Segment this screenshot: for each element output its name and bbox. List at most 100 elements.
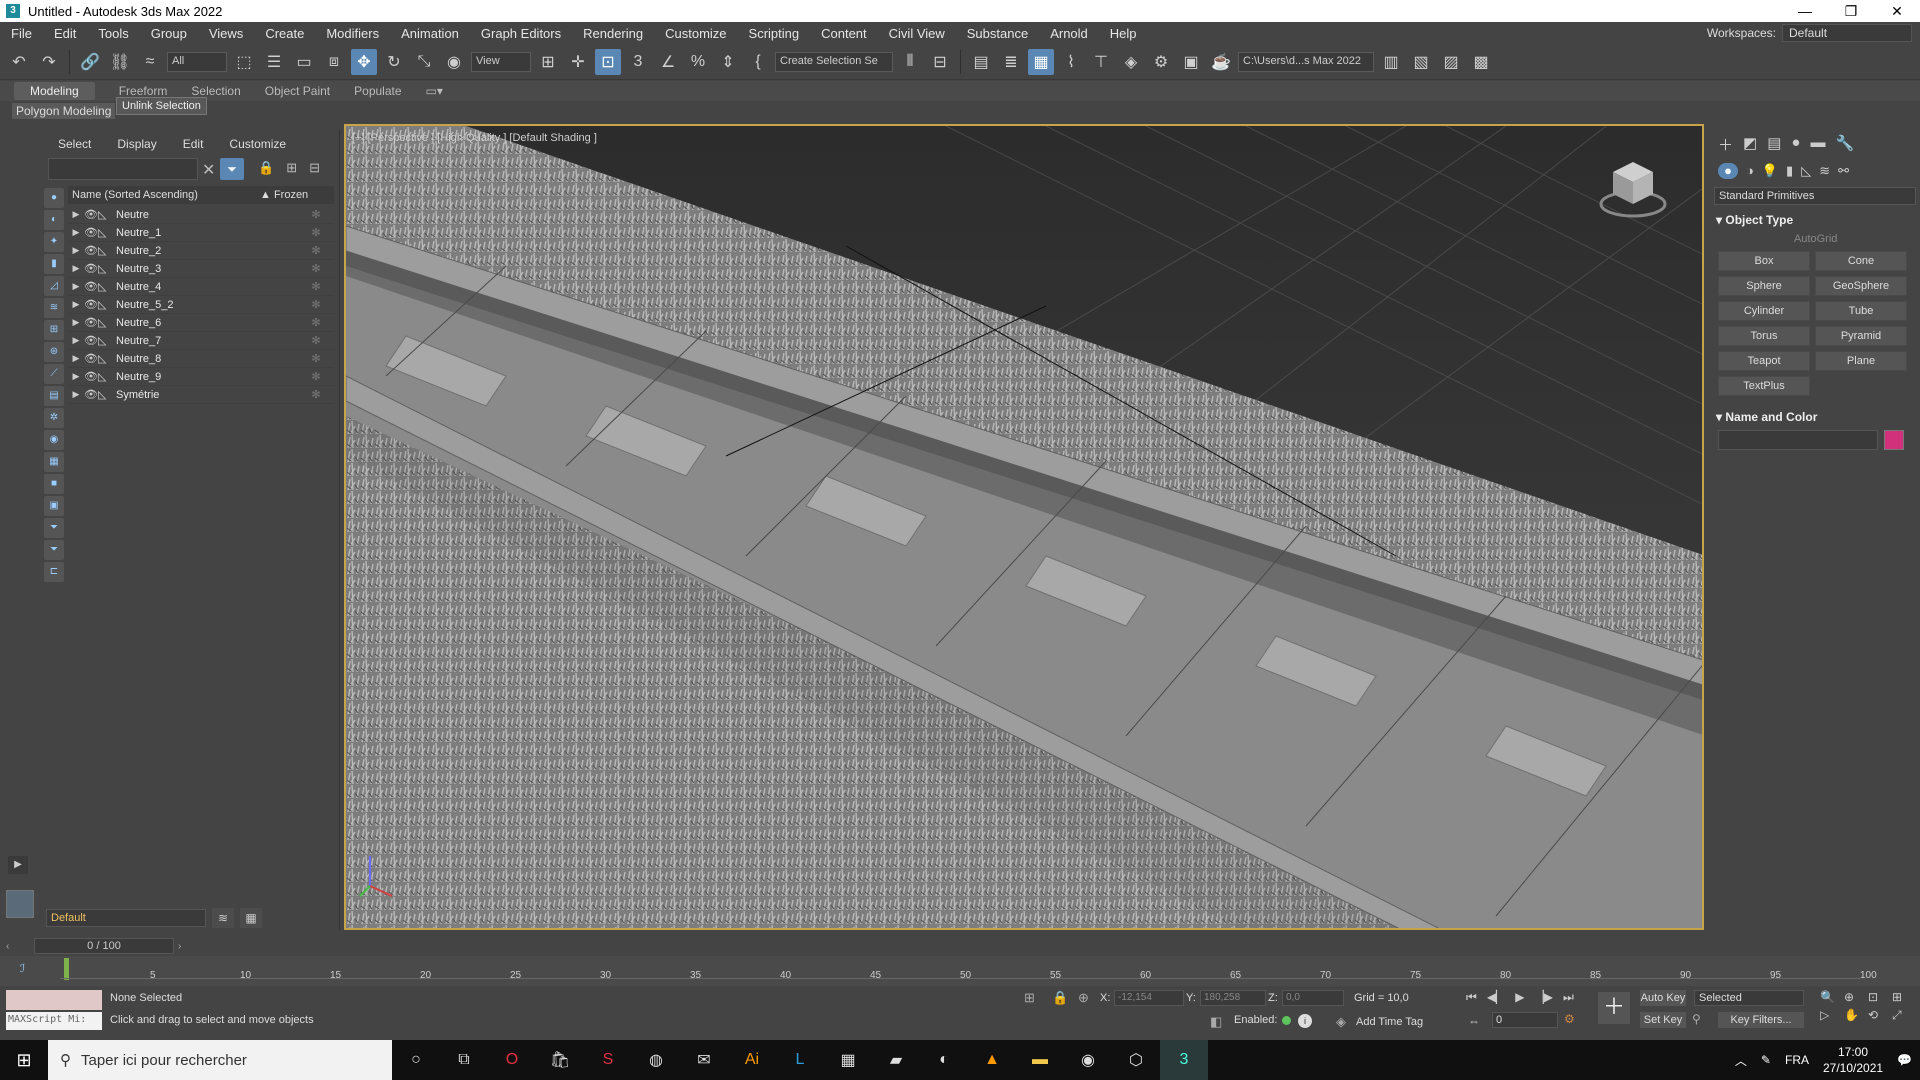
filter-spacewarps-icon[interactable]: ≋ [44,298,64,318]
layer-mode-icon[interactable]: ⊟ [309,160,320,176]
pan-icon[interactable]: ✋ [1844,1008,1866,1023]
systems-icon[interactable]: ⚯ [1838,163,1849,179]
info-icon[interactable]: i [1298,1014,1312,1028]
menu-content[interactable]: Content [810,26,878,41]
menu-customize[interactable]: Customize [654,26,737,41]
menu-modifiers[interactable]: Modifiers [315,26,390,41]
ribbon-tab-selection[interactable]: Selection [191,84,264,98]
eye-icon[interactable]: 👁 [84,226,98,239]
expand-arrow-icon[interactable]: ▶ [68,209,84,220]
cortana-icon[interactable]: ○ [392,1040,440,1080]
filter-bracket-icon[interactable]: ⊏ [44,562,64,582]
column-name[interactable]: Name (Sorted Ascending) [68,189,260,201]
snaps-icon[interactable]: 3 [625,49,651,75]
track-bar[interactable]: ℐ 5 10 15 20 25 30 35 40 45 50 55 60 65 70 75 80 85 90 95 1… [0,956,1920,986]
mini-curve-icon[interactable]: ℐ [20,962,36,976]
create-tab-icon[interactable]: ＋ [1718,134,1733,155]
zoom-extents-all-icon[interactable]: ⊞ [1892,990,1914,1004]
layer-explorer-icon[interactable]: ▦ [240,908,262,928]
select-object-icon[interactable]: ⬚ [231,49,257,75]
menu-group[interactable]: Group [140,26,198,41]
teapot-button[interactable]: Teapot [1718,351,1810,371]
filter-helpers-icon[interactable]: ◿ [44,276,64,296]
eye-icon[interactable]: 👁 [84,208,98,221]
list-item[interactable]: ▶ 👁 ◺ Neutre_6 ✻ [68,314,334,332]
menu-scripting[interactable]: Scripting [738,26,811,41]
project-path-dropdown[interactable]: C:\Users\d...s Max 2022 [1238,51,1374,72]
previous-frame-icon[interactable]: ◀▏ [1487,990,1505,1005]
schematic-view-icon[interactable]: ⊤ [1088,49,1114,75]
utilities-tab-icon[interactable]: 🔧 [1835,134,1854,155]
filter-frozen-icon[interactable]: ▦ [44,452,64,472]
freeze-icon[interactable]: ✻ [298,280,334,293]
object-name-field[interactable] [1718,430,1878,450]
expand-arrow-icon[interactable]: ▶ [68,353,84,364]
material-editor-icon[interactable]: ◈ [1118,49,1144,75]
windows-start-icon[interactable]: ⊞ [0,1040,48,1080]
primitive-type-dropdown[interactable]: Standard Primitives [1714,187,1916,205]
play-icon[interactable]: ▶ [1515,990,1524,1005]
se-tab-display[interactable]: Display [117,137,156,151]
maximize-viewport-icon[interactable]: ⤢ [1892,1008,1914,1023]
ribbon-tab-object-paint[interactable]: Object Paint [265,84,354,98]
maxscript-listener-top[interactable] [6,990,102,1010]
time-prev-icon[interactable]: ‹ [6,941,18,952]
eye-icon[interactable]: 👁 [84,262,98,275]
sphere-button[interactable]: Sphere [1718,276,1810,296]
manipulate-icon[interactable]: ✛ [565,49,591,75]
tray-chevron-icon[interactable]: ︿ [1735,1052,1747,1069]
list-item[interactable]: ▶ 👁 ◺ Neutre_1 ✻ [68,224,334,242]
expand-arrow-icon[interactable]: ▶ [68,227,84,238]
helpers-icon[interactable]: ◺ [1801,163,1811,179]
isolate-selection-icon[interactable]: ⊞ [1024,990,1035,1006]
select-move-icon[interactable]: ✥ [351,48,377,75]
eye-icon[interactable]: 👁 [84,316,98,329]
spacewarps-icon[interactable]: ≋ [1819,163,1830,179]
freeze-icon[interactable]: ✻ [298,370,334,383]
menu-rendering[interactable]: Rendering [572,26,654,41]
menu-views[interactable]: Views [198,26,254,41]
project-folder-icon[interactable]: ▨ [1438,49,1464,75]
orbit-icon[interactable]: ⟲ [1868,1008,1890,1023]
rollout-name-color[interactable]: ▾ Name and Color [1716,410,1914,424]
freeze-icon[interactable]: ✻ [298,244,334,257]
current-frame-field[interactable]: 0 [1492,1012,1558,1028]
go-to-end-icon[interactable]: ⏭ [1563,990,1574,1005]
percent-snap-icon[interactable]: % [685,49,711,75]
taskbar-search[interactable]: ⚲ Taper ici pour rechercher [48,1040,392,1080]
perspective-viewport[interactable]: [+] [Perspective ] [High Quality ] [Defa… [344,124,1704,930]
render-icon[interactable]: ☕ [1208,49,1234,75]
maxscript-mini-listener[interactable]: MAXScript Mi: [6,1012,102,1030]
obs-icon[interactable]: ◉ [1064,1040,1112,1080]
expand-arrow-icon[interactable]: ▶ [68,389,84,400]
display-tab-icon[interactable]: ▬ [1810,134,1825,155]
rendered-frame-icon[interactable]: ▣ [1178,49,1204,75]
clear-search-icon[interactable]: ✕ [202,160,215,180]
select-by-name-icon[interactable]: ☰ [261,49,287,75]
menu-graph-editors[interactable]: Graph Editors [470,26,572,41]
list-item[interactable]: ▶ 👁 ◺ Neutre_2 ✻ [68,242,334,260]
bind-space-warp-icon[interactable]: ≈ [137,49,163,75]
expand-arrow-icon[interactable]: ▶ [68,299,84,310]
blender-icon[interactable]: ⬡ [1112,1040,1160,1080]
filter-bones-icon[interactable]: ⟋ [44,364,64,384]
redo-icon[interactable]: ↷ [36,49,62,75]
close-button[interactable]: ✕ [1874,0,1920,22]
zoom-all-icon[interactable]: ⊕ [1844,990,1866,1004]
align-icon[interactable]: ⊟ [927,49,953,75]
auto-key-button[interactable]: Auto Key [1640,990,1686,1006]
store-icon[interactable]: 🛍 [536,1040,584,1080]
key-filters-button[interactable]: Key Filters... [1718,1012,1804,1028]
edge-icon[interactable]: ◐ [920,1040,968,1080]
place-icon[interactable]: ◉ [441,49,467,75]
polygon-modeling-label[interactable]: Polygon Modeling [12,103,116,119]
time-tag-icon[interactable]: ◈ [1336,1014,1346,1030]
substance-icon[interactable]: S [584,1040,632,1080]
geometry-icon[interactable]: ● [1718,163,1738,179]
expand-layout-icon[interactable]: ▶ [8,856,28,874]
filter-geometry-icon[interactable]: ● [44,188,64,208]
workspaces-dropdown[interactable]: Default [1782,24,1912,42]
filter-groups-icon[interactable]: ⊞ [44,320,64,340]
render-setup-icon[interactable]: ⚙ [1148,49,1174,75]
project-icon[interactable]: ▥ [1378,49,1404,75]
